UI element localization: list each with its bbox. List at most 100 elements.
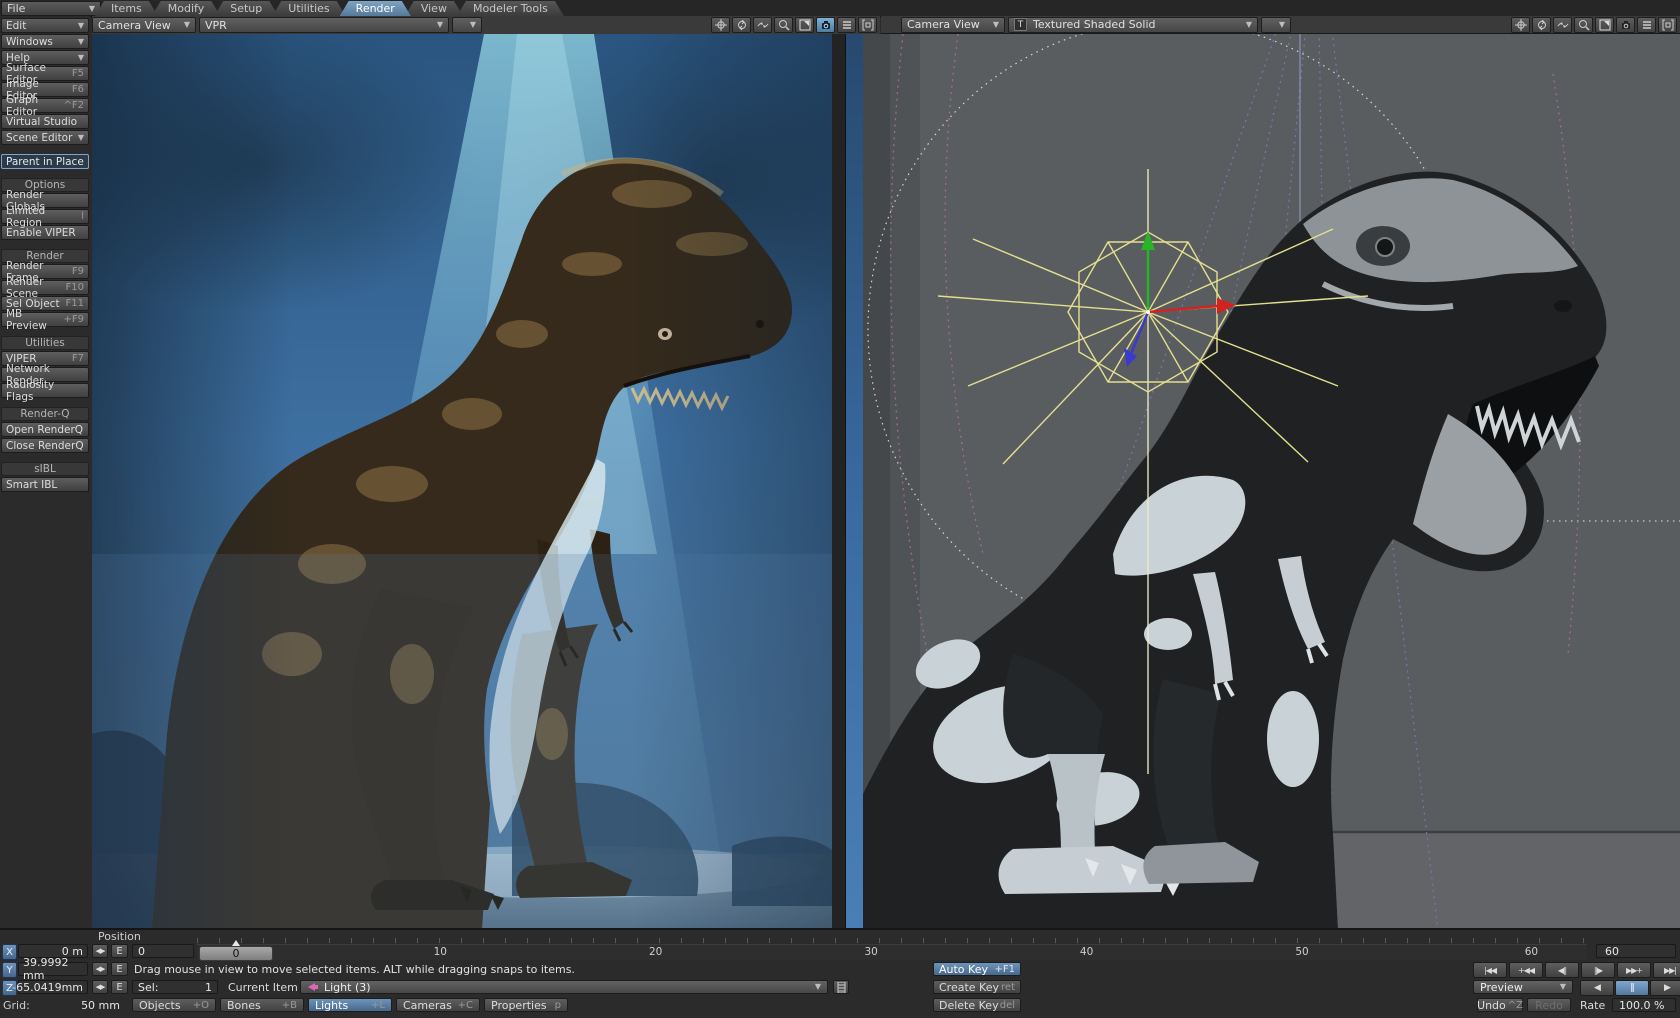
sidebar-item-mb-preview[interactable]: MB Preview+F9 xyxy=(1,312,89,327)
camera-icon[interactable] xyxy=(816,17,835,33)
sidebar-item-open-renderq[interactable]: Open RenderQ xyxy=(1,422,89,437)
pan-icon[interactable] xyxy=(711,17,730,33)
preview-dropdown[interactable]: Preview▼ xyxy=(1473,980,1573,994)
tab-items[interactable]: Items xyxy=(95,1,158,16)
timeline-slider[interactable]: 0 xyxy=(199,946,273,961)
redo-button[interactable]: Redo xyxy=(1527,998,1571,1012)
x-envelope-button[interactable]: E xyxy=(111,944,128,958)
list-icon[interactable] xyxy=(837,17,856,33)
maximize-viewport-icon[interactable] xyxy=(795,17,814,33)
auto-key-button[interactable]: Auto Key+F1 xyxy=(933,962,1021,976)
viewport-left-nav-icons xyxy=(711,17,880,33)
timeline[interactable]: 0 10 20 30 40 50 60 xyxy=(197,944,1587,960)
chevron-down-icon: ▼ xyxy=(470,21,476,29)
viewport-right-canvas[interactable] xyxy=(863,34,1680,930)
edit-menu[interactable]: Edit▼ xyxy=(1,18,89,33)
objects-button[interactable]: Objects+O xyxy=(132,998,216,1012)
pan-icon[interactable] xyxy=(1511,17,1530,33)
viewport-left-canvas[interactable] xyxy=(92,34,832,930)
windows-menu[interactable]: Windows▼ xyxy=(1,34,89,49)
step-forward-button[interactable]: ‖▶ xyxy=(1581,962,1615,978)
rotate-icon[interactable] xyxy=(1532,17,1551,33)
camera-icon[interactable] xyxy=(1616,17,1635,33)
shading-dropdown-left[interactable]: VPR▼ xyxy=(199,17,449,33)
tab-modify[interactable]: Modify xyxy=(152,1,220,16)
viewport-divider[interactable] xyxy=(832,34,863,930)
magnify-icon[interactable] xyxy=(774,17,793,33)
film-strip-icon xyxy=(837,982,846,993)
rate-field[interactable]: 100.0 % xyxy=(1612,998,1676,1012)
y-envelope-button[interactable]: E xyxy=(111,962,128,976)
lights-button[interactable]: Lights+L xyxy=(308,998,392,1012)
lightwave-layout-window: File ▼ Items Modify Setup Utilities Rend… xyxy=(0,0,1680,1018)
cameras-button[interactable]: Cameras+C xyxy=(396,998,480,1012)
tab-utilities[interactable]: Utilities xyxy=(272,1,345,16)
y-stepper[interactable]: ◀▶ xyxy=(92,962,108,976)
properties-button[interactable]: Propertiesp xyxy=(484,998,568,1012)
view-type-dropdown-left[interactable]: Camera View▼ xyxy=(92,17,196,33)
play-reverse-button[interactable]: ◀ xyxy=(1580,980,1614,996)
sidebar-item-close-renderq[interactable]: Close RenderQ xyxy=(1,438,89,453)
delete-key-button[interactable]: Delete Keydel xyxy=(933,998,1021,1012)
row-y-status: Y 39.9992 mm ◀▶ E Drag mouse in view to … xyxy=(0,962,1680,978)
row-z-selection: Z -65.0419mm ◀▶ E Sel:1 Current Item Lig… xyxy=(0,980,1680,996)
z-position-field[interactable]: -65.0419mm xyxy=(18,980,88,994)
previous-key-button[interactable]: +◀◀ xyxy=(1509,962,1543,978)
play-forward-button[interactable]: ▶ xyxy=(1650,980,1680,996)
tab-view[interactable]: View xyxy=(405,1,463,16)
x-stepper[interactable]: ◀▶ xyxy=(92,944,108,958)
sidebar-item-parent-in-place[interactable]: Parent in Place xyxy=(1,154,89,169)
sidebar-item-graph-editor[interactable]: Graph Editor^F2 xyxy=(1,98,89,113)
tab-modeler-tools[interactable]: Modeler Tools xyxy=(457,1,564,16)
y-axis-badge[interactable]: Y xyxy=(2,962,17,978)
tab-setup[interactable]: Setup xyxy=(214,1,278,16)
file-menu[interactable]: File ▼ xyxy=(1,1,101,16)
x-axis-badge[interactable]: X xyxy=(2,944,17,960)
z-envelope-button[interactable]: E xyxy=(111,980,128,994)
current-frame-field[interactable]: 0 xyxy=(132,944,194,958)
magnify-icon[interactable] xyxy=(1574,17,1593,33)
next-key-button[interactable]: ▶▶+ xyxy=(1617,962,1651,978)
maximize-viewport-icon[interactable] xyxy=(1595,17,1614,33)
z-stepper[interactable]: ◀▶ xyxy=(92,980,108,994)
viewport-options-dropdown-right[interactable]: ▼ xyxy=(1261,17,1291,33)
transport-controls: |◀◀ +◀◀ ◀‖ ‖▶ ▶▶+ ▶▶| xyxy=(1473,962,1680,978)
viewport-options-dropdown-left[interactable]: ▼ xyxy=(452,17,482,33)
position-label: Position xyxy=(98,930,141,943)
sidebar-item-limited-region[interactable]: Limited Regionl xyxy=(1,209,89,224)
go-to-start-button[interactable]: |◀◀ xyxy=(1473,962,1507,978)
sidebar-item-scene-editor[interactable]: Scene Editor▼ xyxy=(1,130,89,145)
zoom-icon[interactable] xyxy=(753,17,772,33)
frame-icon[interactable] xyxy=(858,17,877,33)
rotate-icon[interactable] xyxy=(732,17,751,33)
sidebar-item-radiosity-flags[interactable]: Radiosity Flags xyxy=(1,383,89,398)
go-to-end-button[interactable]: ▶▶| xyxy=(1653,962,1680,978)
pause-button[interactable]: ‖ xyxy=(1615,980,1649,996)
frame-icon[interactable] xyxy=(1658,17,1677,33)
timeline-tick: 20 xyxy=(649,946,662,958)
selection-count-field[interactable]: Sel:1 xyxy=(132,980,218,994)
chevron-down-icon: ▼ xyxy=(1279,21,1285,29)
step-back-button[interactable]: ◀‖ xyxy=(1545,962,1579,978)
undo-button[interactable]: Undo^Z xyxy=(1477,998,1523,1012)
zoom-icon[interactable] xyxy=(1553,17,1572,33)
sidebar-item-virtual-studio[interactable]: Virtual Studio xyxy=(1,114,89,129)
list-icon[interactable] xyxy=(1637,17,1656,33)
sidebar-item-smart-ibl[interactable]: Smart IBL xyxy=(1,477,89,492)
view-type-dropdown-right[interactable]: Camera View▼ xyxy=(901,17,1005,33)
y-position-field[interactable]: 39.9992 mm xyxy=(18,962,88,976)
chevron-down-icon: ▼ xyxy=(993,21,999,29)
end-frame-field[interactable]: 60 xyxy=(1596,944,1676,958)
timeline-tick: 40 xyxy=(1080,946,1093,958)
current-item-dropdown[interactable]: Light (3) ▼ xyxy=(300,980,828,994)
keyframe-track-button[interactable] xyxy=(833,980,849,994)
main-tabs: Items Modify Setup Utilities Render View… xyxy=(95,0,558,16)
create-key-button[interactable]: Create Keyret xyxy=(933,980,1021,994)
sidebar-item-render-scene[interactable]: Render SceneF10 xyxy=(1,280,89,295)
tab-render[interactable]: Render xyxy=(340,1,411,16)
chevron-down-icon: ▼ xyxy=(78,54,84,62)
section-header-sibl: sIBL xyxy=(1,462,89,476)
row-grid-items: Grid: 50 mm Objects+O Bones+B Lights+L C… xyxy=(0,998,1680,1014)
bones-button[interactable]: Bones+B xyxy=(220,998,304,1012)
shading-dropdown-right[interactable]: T Textured Shaded Solid▼ xyxy=(1008,17,1258,33)
